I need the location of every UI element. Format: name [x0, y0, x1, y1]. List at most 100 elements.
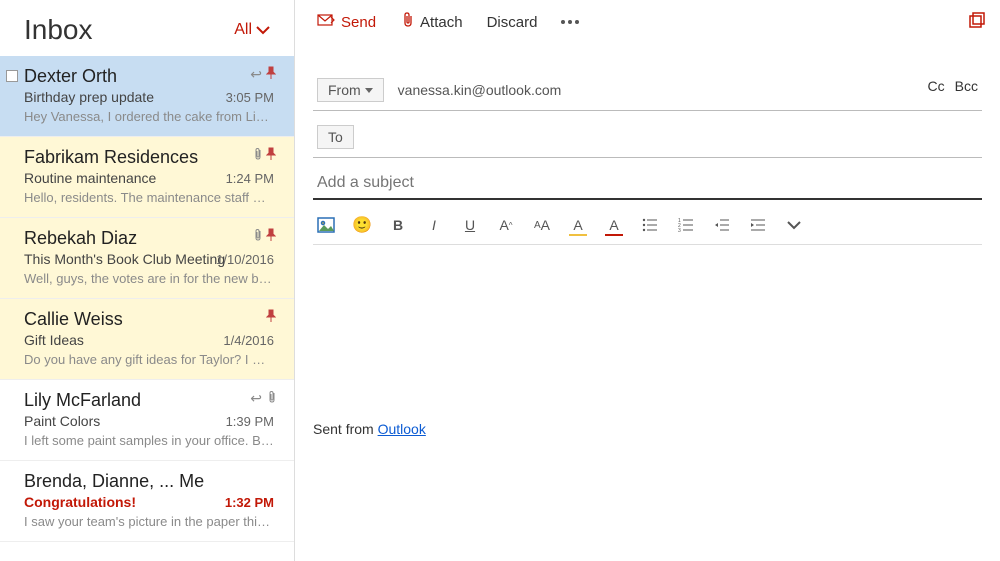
- to-row: To: [313, 117, 982, 158]
- message-preview: Hello, residents. The maintenance staff …: [24, 190, 274, 205]
- outdent-icon: [714, 218, 730, 232]
- message-time: 1:32 PM: [225, 495, 274, 510]
- font-color-button[interactable]: A: [605, 216, 623, 234]
- to-label: To: [328, 129, 343, 145]
- signature-link[interactable]: Outlook: [378, 421, 426, 437]
- outdent-button[interactable]: [713, 216, 731, 234]
- attachment-icon: [252, 228, 262, 245]
- discard-button[interactable]: Discard: [479, 10, 546, 35]
- from-address: vanessa.kin@outlook.com: [398, 82, 562, 98]
- bold-button[interactable]: B: [389, 216, 407, 234]
- compose-pane: Send Attach Discard From: [295, 0, 1000, 561]
- message-preview: Hey Vanessa, I ordered the cake from Lib…: [24, 109, 274, 124]
- message-from: Lily McFarland: [24, 390, 274, 411]
- indent-icon: [750, 218, 766, 232]
- subject-input[interactable]: [317, 174, 978, 192]
- send-button[interactable]: Send: [309, 9, 384, 35]
- message-checkbox[interactable]: [6, 70, 18, 82]
- message-from: Fabrikam Residences: [24, 147, 274, 168]
- reply-icon: ↩: [250, 66, 262, 83]
- attach-button[interactable]: Attach: [392, 8, 471, 37]
- message-pane: Inbox All Dexter OrthBirthday prep updat…: [0, 0, 295, 561]
- compose-toolbar: Send Attach Discard: [295, 0, 1000, 44]
- from-dropdown[interactable]: From: [317, 78, 384, 102]
- pin-icon: [266, 66, 276, 83]
- svg-text:3: 3: [678, 228, 681, 232]
- pin-icon: [266, 147, 276, 164]
- message-time: 1:24 PM: [226, 171, 274, 186]
- compose-body: From vanessa.kin@outlook.com Cc Bcc To: [295, 44, 1000, 561]
- message-list[interactable]: Dexter OrthBirthday prep updateHey Vanes…: [0, 56, 294, 561]
- message-item[interactable]: Fabrikam ResidencesRoutine maintenanceHe…: [0, 137, 294, 218]
- format-expand-button[interactable]: [785, 216, 803, 234]
- picture-icon: [317, 217, 335, 233]
- message-item[interactable]: Dexter OrthBirthday prep updateHey Vanes…: [0, 56, 294, 137]
- signature-prefix: Sent from: [313, 421, 378, 437]
- to-button[interactable]: To: [317, 125, 354, 149]
- popout-icon: [968, 11, 986, 29]
- message-time: 3:05 PM: [226, 90, 274, 105]
- message-time: 1/10/2016: [216, 252, 274, 267]
- popout-button[interactable]: [968, 11, 986, 34]
- message-from: Rebekah Diaz: [24, 228, 274, 249]
- underline-button[interactable]: U: [461, 216, 479, 234]
- message-icons: [252, 228, 276, 245]
- email-signature: Sent from Outlook: [313, 421, 982, 437]
- from-label: From: [328, 82, 361, 98]
- reply-icon: ↩: [250, 390, 262, 407]
- message-item[interactable]: Brenda, Dianne, ... MeCongratulations!I …: [0, 461, 294, 542]
- indent-button[interactable]: [749, 216, 767, 234]
- from-row: From vanessa.kin@outlook.com Cc Bcc: [313, 70, 982, 111]
- discard-label: Discard: [487, 14, 538, 31]
- send-label: Send: [341, 14, 376, 31]
- message-icons: [266, 309, 276, 326]
- attach-label: Attach: [420, 14, 463, 31]
- message-time: 1:39 PM: [226, 414, 274, 429]
- emoji-button[interactable]: 🙂: [353, 216, 371, 234]
- cc-bcc-toggle: Cc Bcc: [928, 78, 978, 94]
- number-list-button[interactable]: 123: [677, 216, 695, 234]
- pin-icon: [266, 309, 276, 326]
- insert-picture-button[interactable]: [317, 216, 335, 234]
- filter-dropdown[interactable]: All: [234, 21, 270, 39]
- message-preview: Do you have any gift ideas for Taylor? I…: [24, 352, 274, 367]
- to-input[interactable]: [368, 129, 978, 145]
- message-item[interactable]: Callie WeissGift IdeasDo you have any gi…: [0, 299, 294, 380]
- message-from: Callie Weiss: [24, 309, 274, 330]
- message-body[interactable]: [313, 245, 982, 365]
- message-item[interactable]: Lily McFarlandPaint ColorsI left some pa…: [0, 380, 294, 461]
- message-from: Brenda, Dianne, ... Me: [24, 471, 274, 492]
- paperclip-icon: [400, 12, 414, 33]
- inbox-title: Inbox: [24, 14, 93, 46]
- message-preview: Well, guys, the votes are in for the new…: [24, 271, 274, 286]
- bullets-icon: [642, 218, 658, 232]
- chevron-down-icon: [365, 88, 373, 93]
- message-time: 1/4/2016: [223, 333, 274, 348]
- message-preview: I saw your team's picture in the paper t…: [24, 514, 274, 529]
- numbers-icon: 123: [678, 218, 694, 232]
- pin-icon: [266, 228, 276, 245]
- font-size-button[interactable]: A^: [497, 216, 515, 234]
- attachment-icon: [252, 147, 262, 164]
- bullet-list-button[interactable]: [641, 216, 659, 234]
- highlight-color-button[interactable]: A: [569, 216, 587, 234]
- more-actions-button[interactable]: [553, 16, 587, 28]
- attachment-icon: [266, 390, 276, 407]
- inbox-header: Inbox All: [0, 0, 294, 56]
- font-family-button[interactable]: AA: [533, 216, 551, 234]
- send-icon: [317, 13, 335, 31]
- emoji-icon: 🙂: [352, 215, 372, 235]
- message-from: Dexter Orth: [24, 66, 274, 87]
- message-icons: [252, 147, 276, 164]
- bcc-button[interactable]: Bcc: [955, 78, 978, 94]
- subject-row: [313, 164, 982, 200]
- chevron-down-icon: [256, 25, 270, 35]
- italic-button[interactable]: I: [425, 216, 443, 234]
- message-icons: ↩: [250, 66, 276, 83]
- message-item[interactable]: Rebekah DiazThis Month's Book Club Meeti…: [0, 218, 294, 299]
- message-icons: ↩: [250, 390, 276, 407]
- cc-button[interactable]: Cc: [928, 78, 945, 94]
- chevron-down-icon: [787, 220, 801, 230]
- filter-label: All: [234, 21, 252, 39]
- format-toolbar: 🙂 B I U A^ AA A A 123: [313, 206, 982, 245]
